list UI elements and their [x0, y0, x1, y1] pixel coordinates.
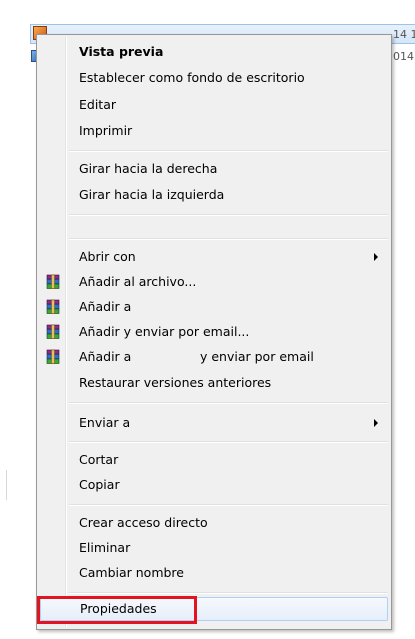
- menu-item-editar[interactable]: Editar: [40, 94, 388, 116]
- menu-item-copiar[interactable]: Copiar: [40, 474, 388, 496]
- winrar-icon: [46, 299, 60, 314]
- menu-separator: [69, 402, 388, 404]
- menu-separator: [69, 214, 388, 216]
- file-date: 014 1: [393, 50, 415, 63]
- menu-item-anadir-archivo[interactable]: Añadir al archivo...: [40, 271, 388, 293]
- menu-item-cortar[interactable]: Cortar: [40, 449, 388, 471]
- explorer-window: 14 1 014 1 Vista previa Establecer como …: [0, 0, 415, 639]
- menu-item-label: Cortar: [79, 452, 119, 467]
- menu-item-label-suffix: y enviar por email: [200, 349, 314, 364]
- menu-separator: [69, 238, 388, 240]
- menu-separator: [69, 150, 388, 152]
- menu-item-label: Añadir y enviar por email...: [79, 324, 250, 339]
- menu-item-label: Imprimir: [79, 123, 133, 138]
- menu-item-label: Girar hacia la izquierda: [79, 187, 225, 202]
- menu-item-label: Añadir al archivo...: [79, 274, 197, 289]
- menu-item-label: Añadir a: [79, 299, 132, 314]
- menu-item-crear-acceso-directo[interactable]: Crear acceso directo: [40, 512, 388, 534]
- menu-item-label: Enviar a: [79, 415, 131, 430]
- menu-item-label: Establecer como fondo de escritorio: [79, 70, 305, 85]
- divider: [6, 470, 7, 500]
- submenu-arrow-icon: [374, 253, 378, 261]
- menu-separator: [69, 592, 388, 594]
- menu-item-eliminar[interactable]: Eliminar: [40, 537, 388, 559]
- menu-item-imprimir[interactable]: Imprimir: [40, 120, 388, 142]
- menu-item-label: Cambiar nombre: [79, 565, 184, 580]
- menu-item-label: Abrir con: [79, 249, 136, 264]
- menu-item-girar-derecha[interactable]: Girar hacia la derecha: [40, 158, 388, 180]
- menu-item-girar-izquierda[interactable]: Girar hacia la izquierda: [40, 184, 388, 206]
- menu-item-label: Eliminar: [79, 540, 131, 555]
- menu-item-label: Crear acceso directo: [79, 515, 208, 530]
- menu-item-establecer-fondo[interactable]: Establecer como fondo de escritorio: [40, 67, 388, 89]
- file-date: 14 1: [393, 28, 415, 41]
- menu-item-anadir-enviar-email[interactable]: Añadir y enviar por email...: [40, 321, 388, 343]
- menu-separator: [69, 504, 388, 506]
- menu-item-label: Vista previa: [79, 44, 164, 59]
- menu-item-label: Girar hacia la derecha: [79, 161, 218, 176]
- menu-item-propiedades[interactable]: Propiedades: [40, 597, 388, 621]
- menu-item-vista-previa[interactable]: Vista previa: [40, 41, 388, 63]
- menu-item-cambiar-nombre[interactable]: Cambiar nombre: [40, 562, 388, 584]
- winrar-icon: [46, 324, 60, 339]
- menu-item-label: Editar: [79, 97, 117, 112]
- menu-item-label: Restaurar versiones anteriores: [79, 375, 272, 390]
- submenu-arrow-icon: [374, 419, 378, 427]
- menu-item-label: Añadir a: [79, 349, 132, 364]
- menu-item-anadir-a[interactable]: Añadir a: [40, 296, 388, 318]
- winrar-icon: [46, 349, 60, 364]
- menu-separator: [69, 441, 388, 443]
- menu-item-label: Propiedades: [80, 601, 157, 616]
- menu-item-abrir-con[interactable]: Abrir con: [40, 246, 388, 268]
- menu-item-restaurar-versiones[interactable]: Restaurar versiones anteriores: [40, 372, 388, 394]
- menu-item-label: Copiar: [79, 477, 120, 492]
- winrar-icon: [46, 274, 60, 289]
- menu-item-anadir-a-enviar-email[interactable]: Añadir a y enviar por email: [40, 346, 388, 368]
- menu-item-enviar-a[interactable]: Enviar a: [40, 412, 388, 434]
- context-menu: Vista previa Establecer como fondo de es…: [36, 34, 392, 630]
